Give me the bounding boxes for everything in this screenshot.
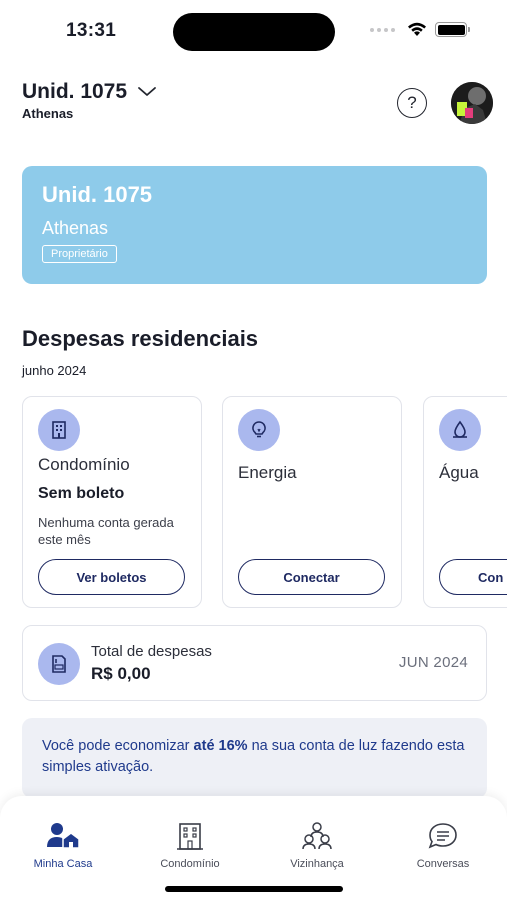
expense-card-condominio[interactable]: Condomínio Sem boleto Nenhuma conta gera… [22, 396, 202, 608]
unit-card-subtitle: Athenas [42, 218, 109, 238]
help-button[interactable]: ? [397, 88, 427, 118]
invoice-icon [52, 655, 66, 673]
connect-energy-button[interactable]: Conectar [238, 559, 385, 595]
unit-card[interactable]: Unid. 1075 Athenas Proprietário [22, 166, 487, 284]
savings-highlight: até 16% [193, 738, 248, 754]
section-title: Despesas residenciais [22, 326, 259, 351]
nav-item-minha-casa[interactable]: Minha Casa [8, 820, 118, 870]
neighbors-icon [302, 822, 332, 850]
total-value: R$ 0,00 [91, 664, 151, 683]
expense-status: Sem boleto [38, 485, 125, 502]
unit-subtitle: Athenas [22, 106, 74, 121]
expense-icon-wrap [439, 409, 481, 451]
role-badge: Proprietário [42, 245, 117, 263]
wifi-icon [408, 22, 426, 36]
total-icon-wrap [38, 643, 80, 685]
total-label: Total de despesas [91, 643, 212, 660]
battery-icon [435, 22, 470, 37]
savings-text-prefix: Você pode economizar [42, 738, 194, 754]
nav-label: Condomínio [160, 858, 220, 870]
nav-item-vizinhanca[interactable]: Vizinhança [262, 820, 372, 870]
nav-label: Minha Casa [33, 858, 93, 870]
home-indicator [165, 886, 343, 892]
chevron-down-icon [138, 87, 156, 96]
nav-item-conversas[interactable]: Conversas [388, 820, 498, 870]
building-icon [52, 421, 66, 439]
view-bills-button[interactable]: Ver boletos [38, 559, 185, 595]
status-icons [370, 22, 470, 37]
building-icon [177, 823, 203, 850]
nav-item-condominio[interactable]: Condomínio [135, 820, 245, 870]
nav-label: Vizinhança [290, 858, 344, 870]
total-expenses-card[interactable]: Total de despesas R$ 0,00 JUN 2024 [22, 625, 487, 701]
expense-name: Condomínio [38, 455, 130, 474]
question-icon: ? [407, 93, 417, 112]
expense-icon-wrap [238, 409, 280, 451]
avatar[interactable] [451, 82, 493, 124]
unit-card-title: Unid. 1075 [42, 182, 153, 207]
unit-title: Unid. 1075 [22, 80, 128, 103]
chat-icon [428, 823, 457, 849]
home-person-icon [47, 823, 80, 849]
lightbulb-icon [252, 421, 266, 438]
dynamic-island [173, 13, 335, 51]
avatar-image [451, 82, 493, 124]
section-date: junho 2024 [22, 363, 87, 378]
expense-cards-carousel[interactable]: Condomínio Sem boleto Nenhuma conta gera… [22, 396, 507, 608]
expense-card-energia[interactable]: Energia Conectar [222, 396, 402, 608]
expense-name: Energia [238, 463, 297, 482]
nav-label: Conversas [416, 858, 470, 870]
cellular-signal-icon [370, 27, 395, 32]
expense-name: Água [439, 463, 479, 482]
status-time: 13:31 [66, 20, 117, 41]
connect-water-button[interactable]: Con [439, 559, 507, 595]
status-bar: 13:31 [0, 0, 507, 64]
header: Unid. 1075 Athenas ? [22, 80, 493, 128]
expense-card-agua[interactable]: Água Con [423, 396, 507, 608]
expense-icon-wrap [38, 409, 80, 451]
total-month: JUN 2024 [398, 654, 468, 671]
water-drop-icon [453, 420, 467, 438]
unit-selector[interactable]: Unid. 1075 Athenas [22, 80, 157, 121]
savings-banner[interactable]: Você pode economizar até 16% na sua cont… [22, 718, 487, 798]
bottom-nav: Minha Casa Condomínio Vizinhança Convers… [0, 796, 507, 900]
expense-note: Nenhuma conta gerada este mês [38, 515, 174, 547]
